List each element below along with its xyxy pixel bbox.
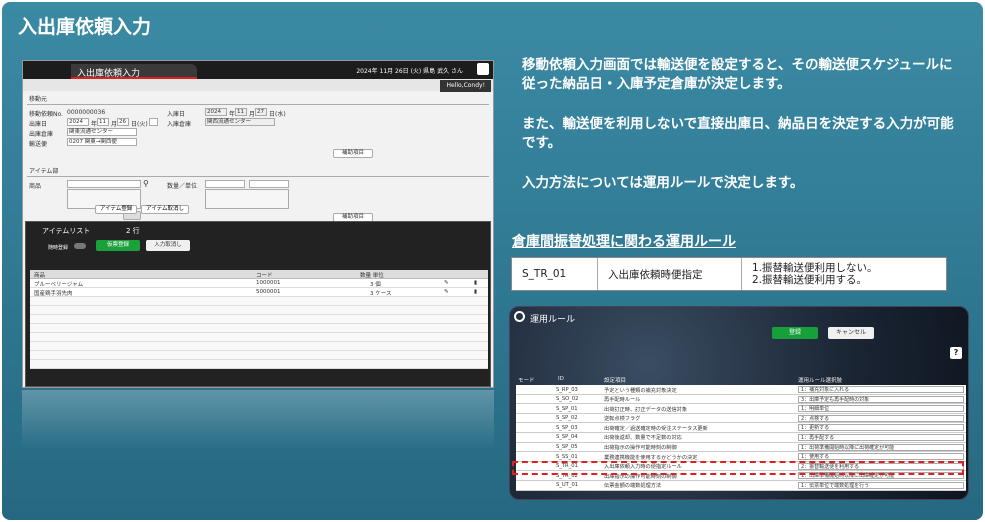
- table-row[interactable]: S_UT_01 伝票金額の端数処理方法 1：伝票単位で端数処理を行う: [516, 480, 966, 491]
- ship-month-input[interactable]: 11: [97, 118, 109, 126]
- search-icon[interactable]: ⚲: [143, 179, 149, 188]
- transport-select[interactable]: 0207 関東→関西便: [67, 138, 137, 146]
- ship-day-input[interactable]: 26: [117, 118, 129, 126]
- item-register-button[interactable]: アイテム登録: [95, 205, 137, 214]
- supplement-button[interactable]: 補助項目: [333, 149, 373, 158]
- item-table: 商品 コード 数量 単位 ブルーベリージャム 1000001 3 個 ✎ ▮ 国…: [30, 270, 488, 369]
- rule-option-2: 2.振替輸送便利用する。: [752, 274, 868, 286]
- screen-header: 入出庫依頼入力 2024年 11月 26日 (火) 県島 武久 さん: [23, 61, 493, 79]
- table-row[interactable]: S_SP_02 逆転点検フラグ 2：点検する: [516, 413, 966, 424]
- table-row[interactable]: S_SP_05 出荷指示の操作可能時刻の制御 1：出荷準備開始時以降に出荷確定が可能: [516, 442, 966, 453]
- table-row[interactable]: S_SP_03 出荷確定／過送確定時の受注ステータス更新 1：更新する: [516, 423, 966, 433]
- in-day-input[interactable]: 27: [255, 108, 267, 116]
- item-list-title: アイテムリスト: [42, 227, 91, 235]
- rule-screen-screenshot: 運用ルール 登録 キャンセル ? モード ID 設定項目 運用ルール選択肢 S_…: [509, 306, 969, 500]
- menu-icon[interactable]: [477, 63, 489, 75]
- rule-section-title: 倉庫間振替処理に関わる運用ルール: [512, 234, 736, 250]
- rule-select[interactable]: 1：使用する: [798, 453, 964, 461]
- rule-select[interactable]: 1：出荷準備開始時以降に出荷確定が可能: [798, 443, 964, 451]
- rule-name: 入出庫依頼時便指定: [598, 258, 742, 290]
- input-screen-screenshot: 入出庫依頼入力 2024年 11月 26日 (火) 県島 武久 さん Hello…: [22, 60, 494, 388]
- item-section: アイテム部 商品 ⚲ 数量／単位 補助項目: [27, 165, 489, 227]
- table-row[interactable]: S_SP_01 出荷訂正時、訂正データの送信対象 1：明細単位: [516, 404, 966, 414]
- ship-year-input[interactable]: 2024: [67, 118, 89, 126]
- rule-select[interactable]: 1：再手配する: [798, 433, 964, 441]
- rule-select[interactable]: 3：出庫予定も再手配時の対象: [798, 395, 964, 403]
- slide-title: 入出庫依頼入力: [18, 16, 152, 38]
- table-row[interactable]: ブルーベリージャム 1000001 3 個 ✎ ▮: [30, 279, 488, 288]
- register-button[interactable]: 登録: [772, 327, 818, 339]
- item-table-header: 商品 コード 数量 単位: [30, 270, 488, 279]
- trash-icon[interactable]: ▮: [474, 280, 477, 286]
- in-month-input[interactable]: 11: [235, 108, 247, 116]
- rule-table-header: モード ID 設定項目 運用ルール選択肢: [518, 376, 843, 384]
- table-row[interactable]: S_RP_03 予定という種類の補充対象決定 1：補充対象に入れる: [516, 385, 966, 395]
- temp-register-button[interactable]: 仮票登録: [96, 240, 140, 251]
- hello-user[interactable]: Hello,Condy!: [440, 80, 491, 92]
- rule-select[interactable]: 1：更新する: [798, 424, 964, 432]
- cancel-button[interactable]: キャンセル: [828, 327, 874, 339]
- help-icon[interactable]: ?: [950, 347, 962, 359]
- rule-select[interactable]: 1：伝票単位で端数処理を行う: [798, 481, 964, 489]
- calendar-icon[interactable]: [149, 118, 158, 126]
- move-section: 移動元 移動依頼No. 0000000036 出庫日 2024 年 11 月 2…: [27, 93, 489, 163]
- product-input[interactable]: [67, 180, 141, 188]
- trash-icon[interactable]: ▮: [474, 289, 477, 295]
- edit-icon[interactable]: ✎: [444, 289, 449, 295]
- move-no: 0000000036: [67, 109, 106, 116]
- rule-screen-title: 運用ルール: [530, 315, 576, 325]
- rule-id: S_TR_01: [512, 258, 598, 290]
- item-count: 2 行: [126, 227, 140, 235]
- rule-select[interactable]: 1：補充対象に入れる: [798, 386, 964, 393]
- datetime-user: 2024年 11月 26日 (火) 県島 武久 さん: [356, 68, 463, 75]
- table-row[interactable]: S_SO_02 再手配時ルール 3：出庫予定も再手配時の対象: [516, 394, 966, 405]
- table-row[interactable]: S_SP_04 出荷後返却、数量で不足数の対応 1：再手配する: [516, 432, 966, 443]
- unit-select[interactable]: [249, 180, 289, 188]
- input-cancel-button[interactable]: 入力取消し: [146, 240, 190, 251]
- description-2: また、輸送便を利用しないで直接出庫日、納品日を決定する入力が可能です。: [522, 116, 954, 151]
- rule-option-1: 1.振替輸送便利用しない。: [752, 262, 878, 274]
- rule-select[interactable]: 2：点検する: [798, 414, 964, 422]
- item-cancel-button[interactable]: アイテム取消し: [141, 205, 189, 214]
- in-year-input[interactable]: 2024: [205, 108, 227, 116]
- slide: 入出庫依頼入力 入出庫依頼入力 2024年 11月 26日 (火) 県島 武久 …: [2, 2, 983, 520]
- rule-table: S_TR_01 入出庫依頼時便指定 1.振替輸送便利用しない。 2.振替輸送便利…: [511, 257, 947, 291]
- qty-input[interactable]: [205, 180, 245, 188]
- gear-icon: [514, 311, 525, 322]
- edit-icon[interactable]: ✎: [444, 280, 449, 286]
- item-list-panel: アイテムリスト 2 行 随時登録 仮票登録 入力取消し 商品 コード 数量 単位…: [25, 221, 491, 387]
- to-warehouse-select[interactable]: 関西流通センター: [205, 118, 275, 126]
- from-warehouse-select[interactable]: 関東流通センター: [67, 128, 137, 136]
- highlight-box: [512, 461, 964, 475]
- auto-register-toggle[interactable]: [74, 243, 86, 249]
- table-row[interactable]: 国産鶏手羽先肉 5000001 3 ケース ✎ ▮: [30, 288, 488, 297]
- rule-select[interactable]: 1：明細単位: [798, 405, 964, 413]
- description-1: 移動依頼入力画面では輸送便を設定すると、その輸送便スケジュールに従った納品日・入…: [522, 57, 953, 92]
- description-3: 入力方法については運用ルールで決定します。: [522, 175, 804, 191]
